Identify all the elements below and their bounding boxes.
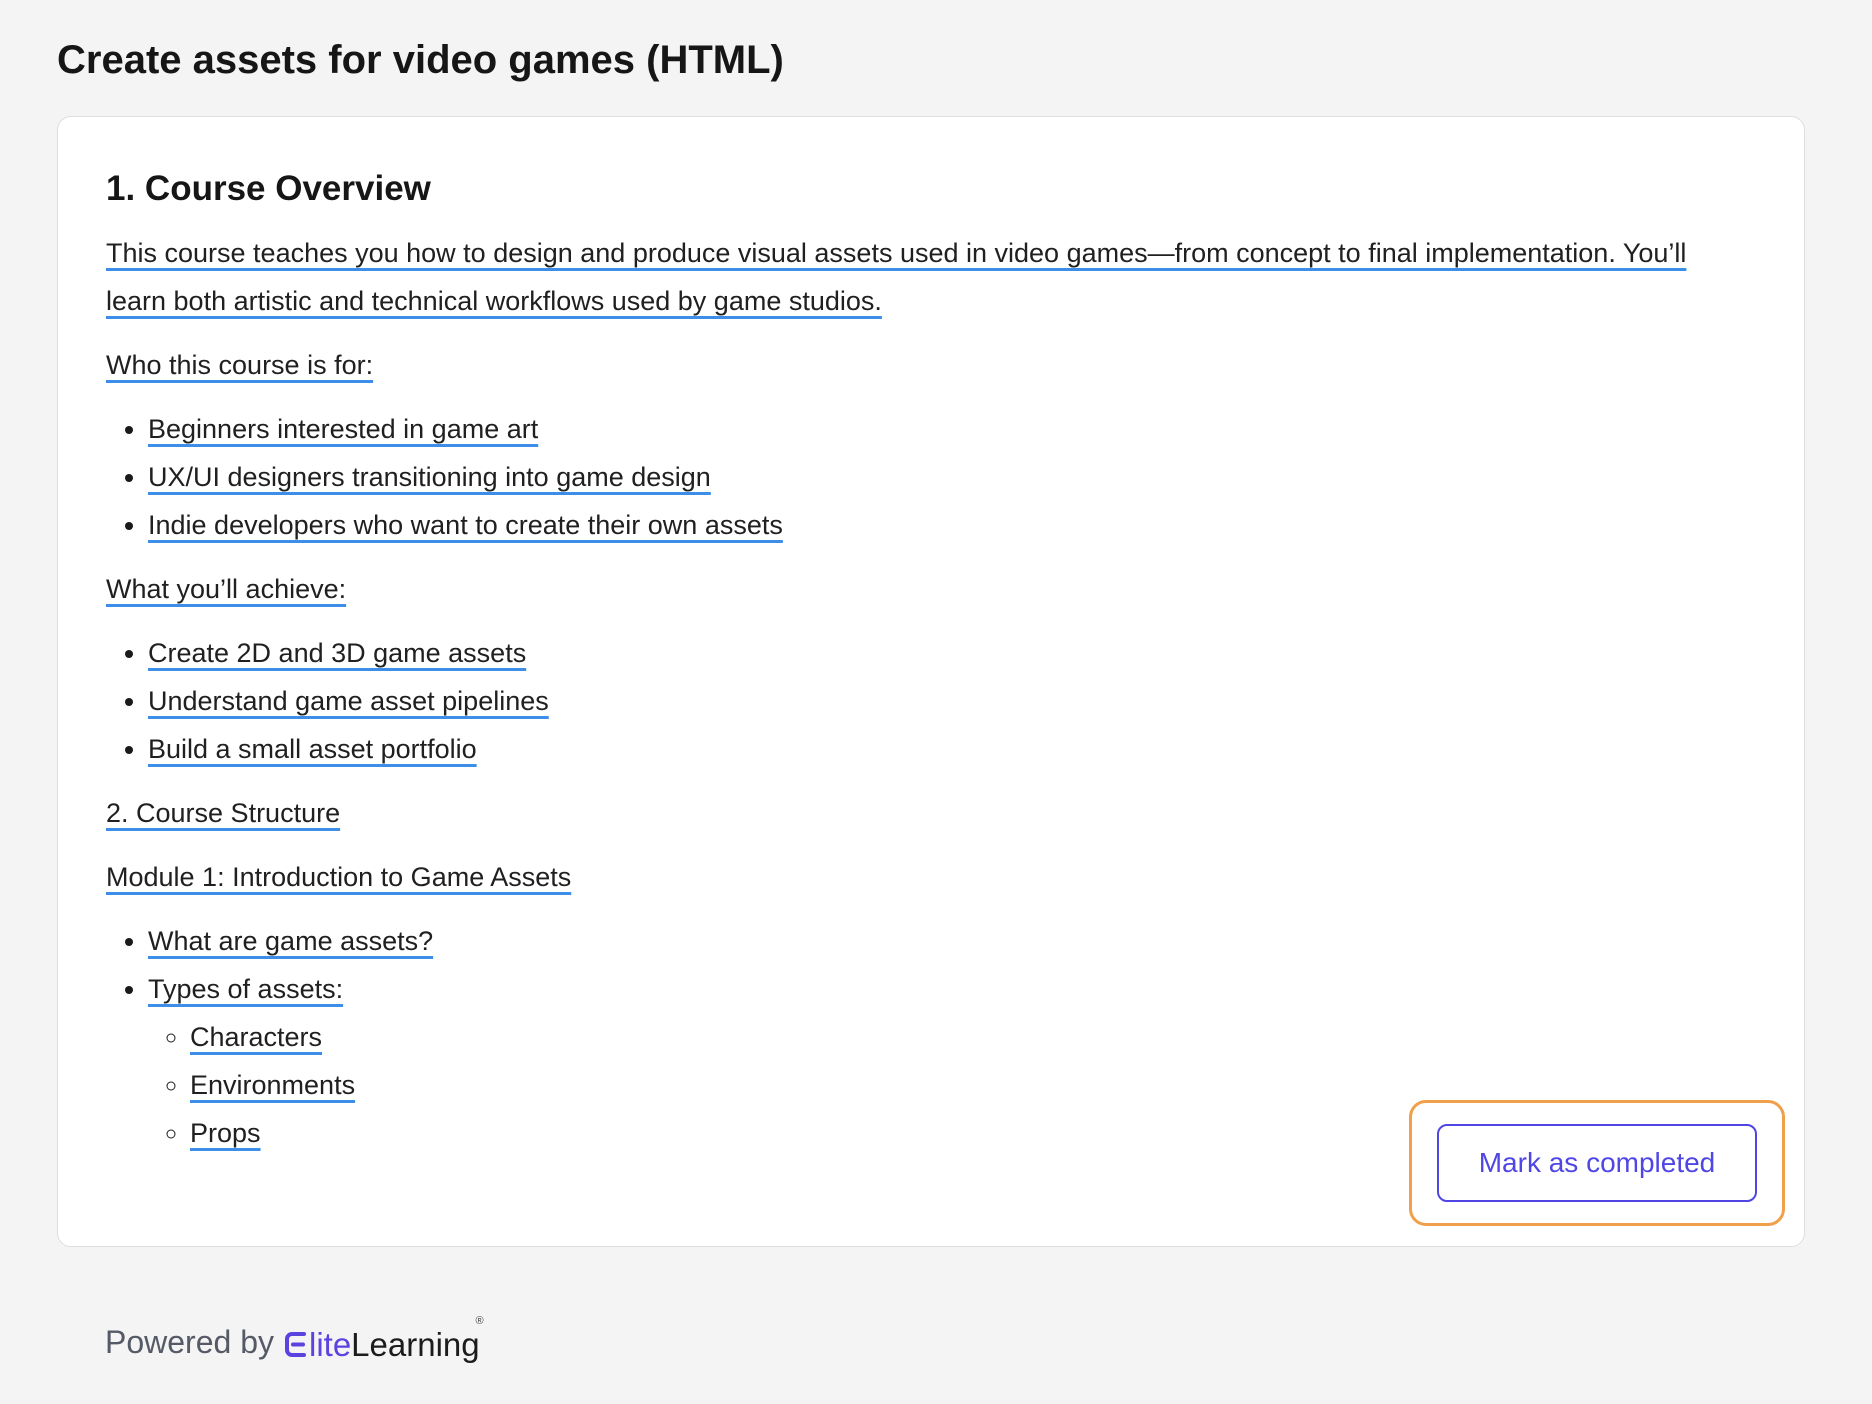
mark-as-completed-button[interactable]: Mark as completed [1437,1124,1757,1202]
logo-text-learning: Learning [351,1326,480,1363]
list-item: Characters [190,1013,1726,1061]
page-title: Create assets for video games (HTML) [57,38,784,82]
achieve-label: What you’ll achieve: [106,574,347,604]
footer: Powered by lite Learning ® [105,1313,484,1363]
audience-list: Beginners interested in game art UX/UI d… [106,405,1726,549]
lesson-content: 1. Course Overview This course teaches y… [106,167,1726,1173]
focus-ring: Mark as completed [1409,1100,1785,1226]
elite-e-logo-icon [284,1332,306,1357]
list-item: Understand game asset pipelines [148,677,1726,725]
lesson-card: 1. Course Overview This course teaches y… [57,116,1805,1247]
list-item: UX/UI designers transitioning into game … [148,453,1726,501]
section-title-overview: 1. Course Overview [106,169,431,208]
list-item: Indie developers who want to create thei… [148,501,1726,549]
list-item: Build a small asset portfolio [148,725,1726,773]
powered-by-text: Powered by [105,1324,274,1360]
achievements-list: Create 2D and 3D game assets Understand … [106,629,1726,773]
audience-label: Who this course is for: [106,350,374,380]
list-item: Create 2D and 3D game assets [148,629,1726,677]
structure-heading: 2. Course Structure [106,798,341,828]
list-item: What are game assets? [148,917,1726,965]
intro-text: This course teaches you how to design an… [106,238,1687,316]
intro-paragraph: This course teaches you how to design an… [106,229,1726,325]
registered-mark: ® [475,1315,484,1327]
module-title: Module 1: Introduction to Game Assets [106,862,572,892]
list-item: Beginners interested in game art [148,405,1726,453]
elite-learning-logo[interactable]: lite Learning ® [284,1316,484,1363]
logo-text-lite: lite [308,1326,352,1363]
